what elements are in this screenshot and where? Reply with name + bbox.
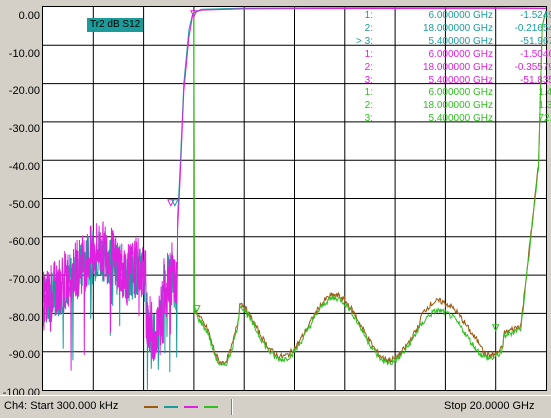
marker-readout-row: 3: 5.400000 GHz -51.835 dB (341, 74, 551, 87)
marker-id: 1: (364, 87, 373, 99)
marker-id: 3: (364, 113, 373, 125)
marker-value: 72.519 (538, 113, 551, 125)
marker-readout-row: 1: 6.000000 GHz -1.5046 dB (341, 48, 551, 61)
active-trace-badge[interactable]: Tr2 dB S12 (87, 18, 144, 32)
marker-readout-row: > 3: 5.400000 GHz -51.967 dB (341, 35, 551, 48)
marker-id: 1: (364, 48, 373, 60)
status-bar: Ch4: Start 300.000 kHz Stop 20.0000 GHz (0, 395, 551, 418)
plot-area[interactable]: Tr2 dB S12 1: 6.000000 GHz -1.5249 dB 2: 18.… (42, 6, 551, 391)
y-tick-label: -70.00 (8, 273, 40, 286)
marker-value: -51.967 dB (520, 35, 551, 47)
marker-frequency: 5.400000 GHz (428, 113, 494, 125)
marker-id: > 3: (356, 35, 373, 47)
marker-value: 1.3449 (538, 100, 551, 112)
marker-frequency: 18.000000 GHz (422, 61, 493, 73)
y-tick-label: -30.00 (8, 123, 40, 136)
y-tick-label: 0.00 (18, 10, 40, 22)
y-tick-label: -20.00 (8, 85, 40, 98)
marker-readout-row: 2: 18.000000 GHz -0.21654 dB (341, 22, 551, 35)
marker-readout-row: 3: 5.400000 GHz 72.519 (341, 113, 551, 125)
y-tick-label: -60.00 (8, 236, 40, 249)
status-separator (231, 399, 233, 415)
marker-id: 1: (364, 10, 373, 21)
marker-frequency: 6.000000 GHz (428, 87, 494, 99)
network-analyzer-window: 0.00 -10.00 -20.00 -30.00 -40.00 -50.00 -60.00… (0, 0, 551, 418)
y-tick-label: -50.00 (8, 198, 40, 211)
marker-readout-row: 1: 6.000000 GHz 1.4012 (341, 87, 551, 99)
trace-color-swatch (164, 406, 178, 408)
marker-frequency: 6.000000 GHz (428, 48, 494, 60)
marker-frequency: 18.000000 GHz (422, 22, 493, 34)
marker-id: 3: (364, 74, 373, 86)
marker-value: -0.35579 dB (514, 61, 551, 73)
trace-color-swatch (204, 406, 218, 408)
marker-readout-row: 1: 6.000000 GHz -1.5249 dB (341, 10, 551, 22)
y-tick-label: -10.00 (8, 47, 40, 60)
marker-value: -0.21654 dB (514, 22, 551, 34)
marker-value: -51.835 dB (520, 74, 551, 86)
marker-value: -1.5249 dB (520, 10, 551, 21)
trace-color-swatch (144, 406, 158, 408)
marker-frequency: 6.000000 GHz (428, 10, 494, 21)
marker-value: 1.4012 (538, 87, 551, 99)
marker-frequency: 5.400000 GHz (428, 35, 494, 47)
marker-id: 2: (364, 61, 373, 73)
y-tick-label: -40.00 (8, 160, 40, 173)
y-tick-label: -90.00 (8, 349, 40, 362)
marker-frequency: 18.000000 GHz (422, 100, 493, 112)
marker-value: -1.5046 dB (520, 48, 551, 60)
marker-id: 2: (364, 100, 373, 112)
marker-readout-row: 2: 18.000000 GHz -0.35579 dB (341, 61, 551, 74)
trace-color-swatch (184, 406, 198, 408)
y-tick-label: -80.00 (8, 311, 40, 324)
marker-id: 2: (364, 22, 373, 34)
start-frequency-label[interactable]: Ch4: Start 300.000 kHz (4, 396, 118, 416)
marker-frequency: 5.400000 GHz (428, 74, 494, 86)
stop-frequency-label[interactable]: Stop 20.0000 GHz (444, 396, 535, 416)
marker-readout-row: 2: 18.000000 GHz 1.3449 (341, 100, 551, 112)
